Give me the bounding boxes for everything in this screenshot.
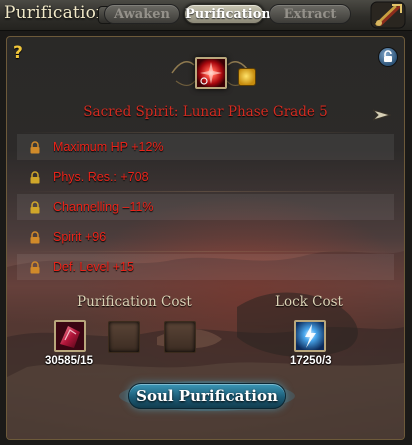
stat-row-phys-res[interactable]: Phys. Res.: +708 <box>17 164 394 190</box>
purification-cost-label: Purification Cost <box>77 294 192 310</box>
help-icon[interactable]: ? <box>13 43 23 63</box>
lock-material-slot[interactable] <box>294 320 326 352</box>
red-burst-spirit-icon <box>197 59 225 87</box>
purification-material-slot[interactable] <box>54 320 86 352</box>
purification-material-slot-empty[interactable] <box>108 321 140 353</box>
purification-cost-count: 30585/15 <box>45 355 93 367</box>
title-bar: Purification Awaken Purification Extract <box>0 0 412 31</box>
purification-panel: ? Sacred Spirit: Lunar Phase Grade 5 Max… <box>6 36 405 440</box>
padlock-icon <box>30 170 40 183</box>
stat-text: Phys. Res.: +708 <box>53 170 149 184</box>
item-slot[interactable] <box>195 57 227 89</box>
stat-row-channelling[interactable]: Channelling –11% <box>17 194 394 220</box>
padlock-icon <box>30 200 40 213</box>
stat-row-maximum-hp[interactable]: Maximum HP +12% <box>17 134 394 160</box>
stat-text: Maximum HP +12% <box>53 140 164 154</box>
padlock-icon <box>30 230 40 243</box>
soul-purification-button[interactable]: Soul Purification <box>128 383 286 409</box>
row-separator <box>17 132 394 133</box>
row-separator <box>17 191 394 192</box>
padlock-icon <box>30 260 40 273</box>
blue-lightning-material-icon <box>296 322 324 350</box>
purification-material-slot-empty[interactable] <box>164 321 196 353</box>
window-title: Purification <box>4 3 108 23</box>
tab-awaken[interactable]: Awaken <box>104 4 180 24</box>
item-name: Sacred Spirit: Lunar Phase Grade 5 <box>83 104 328 120</box>
stat-row-spirit[interactable]: Spirit +96 <box>17 224 394 250</box>
tab-extract[interactable]: Extract <box>269 4 351 24</box>
tab-purification[interactable]: Purification <box>184 4 271 24</box>
close-emblem-icon[interactable] <box>370 0 406 30</box>
lock-cost-count: 17250/3 <box>290 355 332 367</box>
unlock-toggle-icon[interactable] <box>378 47 398 67</box>
stat-text: Channelling –11% <box>53 200 154 214</box>
stat-text: Def. Level +15 <box>53 260 134 274</box>
key-bind-icon <box>238 68 256 86</box>
stat-row-def-level[interactable]: Def. Level +15 <box>17 254 394 280</box>
row-separator <box>17 251 394 252</box>
red-crystal-material-icon <box>56 322 84 350</box>
next-arrow-icon[interactable] <box>372 107 394 123</box>
lock-cost-label: Lock Cost <box>275 294 343 310</box>
padlock-icon <box>30 140 40 153</box>
stat-text: Spirit +96 <box>53 230 107 244</box>
